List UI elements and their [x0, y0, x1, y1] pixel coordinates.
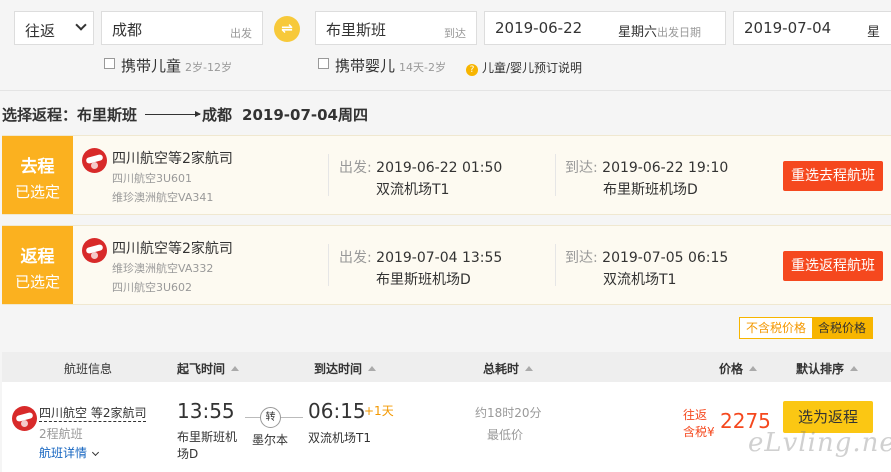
tax-excluded-option[interactable]: 不含税价格: [740, 318, 812, 338]
airline-name: 四川航空等2家航司: [112, 151, 233, 167]
sichuan-airlines-logo-icon: [12, 406, 37, 431]
child-label: 携带儿童: [121, 57, 182, 75]
leg-badge: 返程 已选定: [2, 226, 73, 304]
infant-age: 14天-2岁: [399, 61, 446, 74]
to-city-input[interactable]: 布里斯班 到达: [315, 11, 477, 45]
arrival-airport: 布里斯班机场D: [603, 182, 698, 198]
sort-up-icon: [231, 366, 240, 371]
lowest-price-tag: 最低价: [487, 428, 524, 442]
flight-row: 四川航空 等2家航司 2程航班 航班详情 13:55 布里斯班机场D 转 墨尔本…: [2, 382, 891, 472]
from-city-input[interactable]: 成都 出发: [101, 11, 263, 45]
column-arrival-sort[interactable]: 到达时间: [314, 360, 377, 377]
day-offset: +1天: [364, 404, 394, 418]
trip-type-value: 往返: [25, 22, 56, 40]
sort-up-icon: [525, 366, 534, 371]
infant-label: 携带婴儿: [335, 57, 396, 75]
departure-airport: 布里斯班机场D: [177, 430, 238, 461]
return-weekday: 星: [867, 25, 881, 40]
heading-prefix: 选择返程：: [2, 106, 78, 124]
column-departure-sort[interactable]: 起飞时间: [177, 360, 240, 377]
help-link-label: 儿童/婴儿预订说明: [482, 61, 583, 75]
column-price-sort[interactable]: 价格: [719, 360, 758, 377]
transfer-city: 墨尔本: [252, 433, 289, 447]
to-city-tag: 到达: [444, 27, 466, 40]
selected-outbound-leg: 去程 已选定 四川航空等2家航司 四川航空3U601 维珍澳洲航空VA341 出…: [2, 135, 891, 215]
sichuan-airlines-logo-icon: [82, 148, 107, 173]
heading-date: 2019-07-04周四: [242, 106, 368, 124]
child-age: 2岁-12岁: [185, 61, 232, 74]
depart-date-value: 2019-06-22: [495, 19, 583, 37]
return-date-input[interactable]: 2019-07-04 星: [733, 11, 891, 45]
divider: [328, 154, 329, 196]
search-bar: 往返 成都 出发 ⇌ 布里斯班 到达 2019-06-22 星期六出发日期 20…: [0, 0, 891, 90]
to-city-value: 布里斯班: [326, 21, 387, 39]
arrival-info: 到达: 2019-07-05 06:15: [565, 250, 729, 266]
column-default-sort[interactable]: 默认排序: [796, 360, 859, 377]
page-title: 选择返程：布里斯班 成都 2019-07-04周四: [2, 104, 368, 125]
total-duration: 约18时20分: [475, 406, 542, 420]
arrival-info: 到达: 2019-06-22 19:10: [565, 160, 729, 176]
flight-number: 四川航空3U602: [112, 281, 193, 294]
price-label: 往返: [683, 408, 708, 422]
sort-up-icon: [368, 366, 377, 371]
chevron-down-icon: [75, 19, 87, 31]
divider: [328, 244, 329, 286]
trip-type-select[interactable]: 往返: [14, 11, 94, 45]
departure-info: 出发: 2019-07-04 13:55: [339, 250, 503, 266]
booking-help-link[interactable]: ? 儿童/婴儿预订说明: [466, 59, 582, 76]
sort-up-icon: [850, 366, 859, 371]
flight-list-header: 航班信息 起飞时间 到达时间 总耗时 价格 默认排序: [2, 352, 891, 382]
flight-number: 维珍澳洲航空VA341: [112, 191, 214, 204]
from-city-tag: 出发: [230, 27, 252, 40]
reselect-outbound-button[interactable]: 重选去程航班: [783, 161, 883, 191]
return-date-value: 2019-07-04: [744, 19, 832, 37]
watermark: eLvling.net: [748, 428, 891, 458]
flight-number: 四川航空3U601: [112, 172, 193, 185]
badge-subtitle: 已选定: [14, 273, 60, 291]
departure-info: 出发: 2019-06-22 01:50: [339, 160, 503, 176]
tax-price-toggle: 不含税价格 含税价格: [739, 317, 874, 339]
reselect-return-button[interactable]: 重选返程航班: [783, 251, 883, 281]
arrival-time: 06:15: [308, 399, 366, 423]
child-checkbox[interactable]: [104, 58, 115, 69]
infant-option[interactable]: 携带婴儿 14天-2岁: [318, 55, 446, 76]
help-icon: ?: [466, 64, 478, 76]
chevron-down-icon: [91, 448, 100, 457]
divider: [555, 154, 556, 196]
infant-checkbox[interactable]: [318, 58, 329, 69]
flight-details-link[interactable]: 航班详情: [39, 444, 100, 461]
leg-badge: 去程 已选定: [2, 136, 73, 214]
badge-title: 返程: [20, 247, 55, 267]
depart-weekday: 星期六出发日期: [618, 25, 702, 40]
heading-to: 成都: [202, 106, 233, 124]
price-label: 含税¥: [683, 425, 715, 439]
departure-airport: 双流机场T1: [376, 182, 450, 198]
arrow-right-icon: [145, 111, 202, 117]
selected-return-leg: 返程 已选定 四川航空等2家航司 维珍澳洲航空VA332 四川航空3U602 出…: [2, 225, 891, 305]
tax-included-option[interactable]: 含税价格: [812, 318, 873, 338]
leg-count: 2程航班: [39, 427, 83, 441]
badge-subtitle: 已选定: [14, 183, 60, 201]
transfer-icon: 转: [260, 407, 281, 428]
airline-name[interactable]: 四川航空 等2家航司: [39, 404, 147, 422]
arrival-airport: 双流机场T1: [603, 272, 677, 288]
swap-cities-icon[interactable]: ⇌: [274, 16, 300, 42]
arrival-airport: 双流机场T1: [308, 431, 371, 445]
divider: [0, 90, 891, 91]
column-duration-sort[interactable]: 总耗时: [483, 360, 534, 377]
child-option[interactable]: 携带儿童 2岁-12岁: [104, 55, 232, 76]
depart-date-input[interactable]: 2019-06-22 星期六出发日期: [484, 11, 726, 45]
departure-time: 13:55: [177, 399, 235, 423]
divider: [555, 244, 556, 286]
departure-airport: 布里斯班机场D: [376, 272, 471, 288]
badge-title: 去程: [20, 157, 55, 177]
sichuan-airlines-logo-icon: [82, 238, 107, 263]
heading-from: 布里斯班: [77, 106, 138, 124]
flight-number: 维珍澳洲航空VA332: [112, 262, 214, 275]
from-city-value: 成都: [112, 21, 143, 39]
sort-up-icon: [749, 366, 758, 371]
column-flight-info: 航班信息: [64, 362, 113, 376]
airline-name: 四川航空等2家航司: [112, 241, 233, 257]
